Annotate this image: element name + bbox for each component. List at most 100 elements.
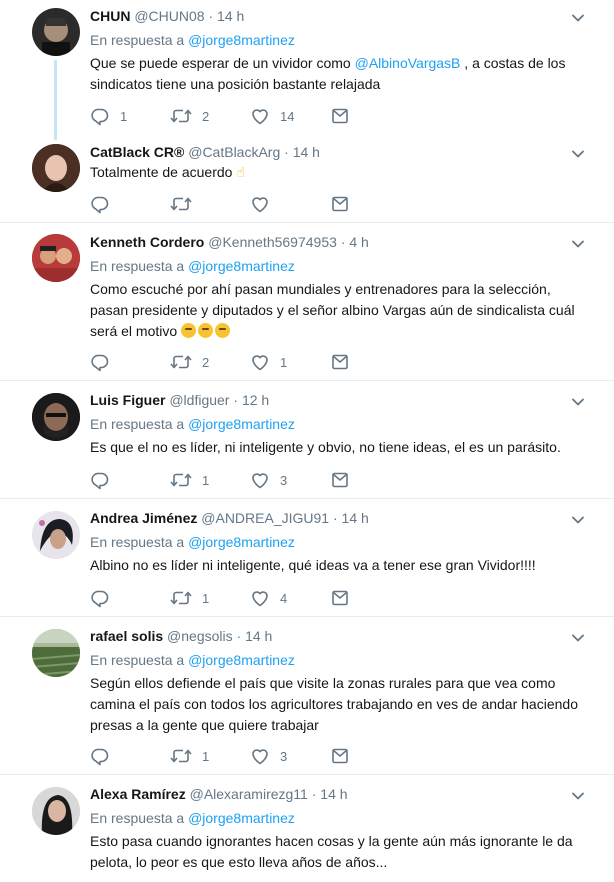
envelope-icon [330, 588, 350, 608]
display-name[interactable]: Luis Figuer [90, 392, 165, 408]
display-name[interactable]: CHUN [90, 8, 130, 24]
timestamp[interactable]: 4 h [349, 234, 368, 250]
like-button[interactable]: 14 [250, 106, 294, 126]
like-count: 14 [280, 108, 295, 124]
timestamp[interactable]: 12 h [242, 392, 269, 408]
reply-button[interactable]: 1 [90, 106, 127, 126]
thinking-emoji [181, 323, 197, 338]
retweet-button[interactable]: 1 [170, 588, 209, 608]
direct-message-button[interactable] [330, 588, 350, 608]
tweet-luis[interactable]: Luis Figuer @ldfiguer · 12 h En respuest… [0, 381, 614, 497]
avatar[interactable] [32, 8, 80, 56]
retweet-icon [170, 352, 192, 372]
like-button[interactable] [250, 194, 270, 214]
thread-line [54, 60, 57, 140]
tweet-chun[interactable]: CHUN @CHUN08 · 14 h En respuesta a @jorg… [0, 0, 614, 140]
user-handle[interactable]: @negsolis [167, 628, 233, 644]
reply-button[interactable] [90, 746, 110, 766]
display-name[interactable]: Kenneth Cordero [90, 234, 204, 250]
chevron-down-icon[interactable] [570, 236, 586, 252]
display-name[interactable]: rafael solis [90, 628, 163, 644]
avatar[interactable] [32, 144, 80, 192]
tweet-text: Según ellos defiende el país que visite … [90, 675, 578, 733]
chevron-down-icon[interactable] [570, 630, 586, 646]
avatar[interactable] [32, 234, 80, 282]
chevron-down-icon[interactable] [570, 394, 586, 410]
retweet-button[interactable]: 2 [170, 106, 209, 126]
avatar[interactable] [32, 511, 80, 559]
like-button[interactable]: 3 [250, 746, 287, 766]
reply-to-link[interactable]: @jorge8martinez [188, 652, 295, 668]
tweet-actions: 2 1 [90, 352, 390, 372]
user-handle[interactable]: @Kenneth56974953 [208, 234, 337, 250]
reply-context: En respuesta a @jorge8martinez [90, 416, 295, 432]
timestamp[interactable]: 14 h [342, 510, 369, 526]
tweet-rafael[interactable]: rafael solis @negsolis · 14 h En respues… [0, 617, 614, 773]
display-name[interactable]: Alexa Ramírez [90, 786, 186, 802]
retweet-icon [170, 588, 192, 608]
avatar[interactable] [32, 787, 80, 835]
chevron-down-icon[interactable] [570, 788, 586, 804]
avatar[interactable] [32, 393, 80, 441]
retweet-button[interactable] [170, 194, 192, 214]
chevron-down-icon[interactable] [570, 146, 586, 162]
reply-button[interactable] [90, 352, 110, 372]
heart-icon [250, 588, 270, 608]
tweet-andrea[interactable]: Andrea Jiménez @ANDREA_JIGU91 · 14 h En … [0, 499, 614, 615]
user-handle[interactable]: @ldfiguer [169, 392, 229, 408]
avatar[interactable] [32, 629, 80, 677]
user-handle[interactable]: @CatBlackArg [188, 144, 280, 160]
tweet-text: Esto pasa cuando ignorantes hacen cosas … [90, 833, 573, 870]
display-name[interactable]: CatBlack CR® [90, 144, 184, 160]
timestamp[interactable]: 14 h [217, 8, 244, 24]
direct-message-button[interactable] [330, 106, 350, 126]
reply-to-link[interactable]: @jorge8martinez [188, 258, 295, 274]
reply-to-link[interactable]: @jorge8martinez [188, 810, 295, 826]
like-count: 3 [280, 748, 288, 764]
reply-context: En respuesta a @jorge8martinez [90, 32, 295, 48]
reply-icon [90, 194, 110, 214]
tweet-text: Es que el no es líder, ni inteligente y … [90, 439, 561, 455]
reply-button[interactable] [90, 470, 110, 490]
tweet-alexa[interactable]: Alexa Ramírez @Alexaramirezg11 · 14 h En… [0, 775, 614, 882]
timestamp[interactable]: 14 h [245, 628, 272, 644]
tweet-catblack[interactable]: CatBlack CR® @CatBlackArg · 14 h Totalme… [0, 140, 614, 222]
retweet-icon [170, 470, 192, 490]
reply-to-link[interactable]: @jorge8martinez [188, 534, 295, 550]
retweet-button[interactable]: 1 [170, 470, 209, 490]
reply-icon [90, 588, 110, 608]
timestamp[interactable]: 14 h [320, 786, 347, 802]
direct-message-button[interactable] [330, 470, 350, 490]
user-handle[interactable]: @Alexaramirezg11 [190, 786, 308, 802]
chevron-down-icon[interactable] [570, 10, 586, 26]
reply-count: 1 [120, 108, 128, 124]
retweet-button[interactable]: 2 [170, 352, 209, 372]
like-button[interactable]: 3 [250, 470, 287, 490]
direct-message-button[interactable] [330, 746, 350, 766]
tweet-actions [90, 194, 390, 214]
chevron-down-icon[interactable] [570, 512, 586, 528]
direct-message-button[interactable] [330, 352, 350, 372]
reply-to-link[interactable]: @jorge8martinez [188, 416, 295, 432]
user-handle[interactable]: @CHUN08 [134, 8, 204, 24]
timestamp[interactable]: 14 h [293, 144, 320, 160]
like-count: 4 [280, 590, 288, 606]
reply-context: En respuesta a @jorge8martinez [90, 652, 295, 668]
envelope-icon [330, 106, 350, 126]
tweet-text: Totalmente de acuerdo ☝ [90, 162, 580, 183]
retweet-icon [170, 746, 192, 766]
user-handle[interactable]: @ANDREA_JIGU91 [201, 510, 329, 526]
reply-button[interactable] [90, 194, 110, 214]
reply-button[interactable] [90, 588, 110, 608]
like-button[interactable]: 1 [250, 352, 287, 372]
direct-message-button[interactable] [330, 194, 350, 214]
mention-link[interactable]: @AlbinoVargasB [355, 55, 461, 71]
tweet-text: Como escuché por ahí pasan mundiales y e… [90, 281, 575, 339]
reply-to-link[interactable]: @jorge8martinez [188, 32, 295, 48]
heart-icon [250, 106, 270, 126]
tweet-kenneth[interactable]: Kenneth Cordero @Kenneth56974953 · 4 h E… [0, 223, 614, 379]
heart-icon [250, 470, 270, 490]
like-button[interactable]: 4 [250, 588, 287, 608]
display-name[interactable]: Andrea Jiménez [90, 510, 197, 526]
retweet-button[interactable]: 1 [170, 746, 209, 766]
